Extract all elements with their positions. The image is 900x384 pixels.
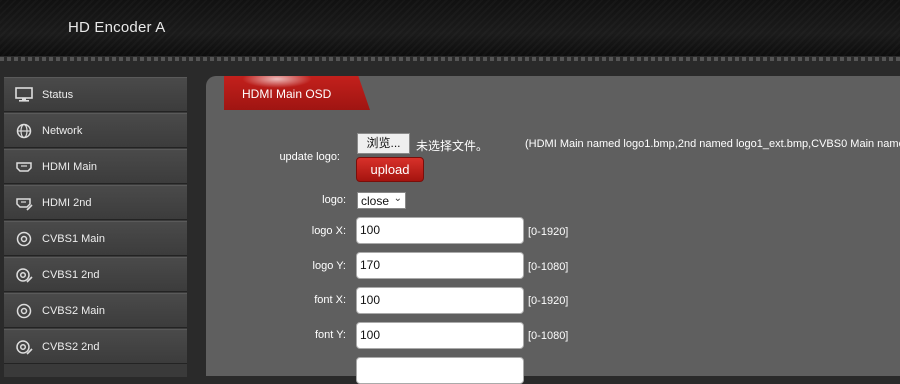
font-y-label: font Y: <box>315 329 346 341</box>
file-status-text: 未选择文件。 <box>416 139 489 153</box>
hdmi-port-edit-icon <box>16 198 33 211</box>
sidebar-item-hdmi-2nd[interactable]: HDMI 2nd <box>4 185 187 220</box>
tab-label: HDMI Main OSD <box>242 87 332 101</box>
header-bar: HD Encoder A <box>0 0 900 56</box>
logo-x-input[interactable]: 100 <box>356 217 524 244</box>
app-title: HD Encoder A <box>68 19 166 36</box>
sidebar-item-label: CVBS2 2nd <box>42 341 100 353</box>
sidebar-item-label: CVBS1 2nd <box>42 269 100 281</box>
sidebar-item-label: CVBS2 Main <box>42 305 105 317</box>
target-edit-icon <box>16 340 33 355</box>
sidebar-item-status[interactable]: Status <box>4 77 187 112</box>
font-y-input[interactable]: 100 <box>356 322 524 349</box>
font-x-label: font X: <box>314 294 346 306</box>
header-divider <box>0 57 900 61</box>
next-field-input[interactable] <box>356 357 524 384</box>
logo-naming-hint: (HDMI Main named logo1.bmp,2nd named log… <box>525 138 900 150</box>
logo-select[interactable]: close ⌄ <box>357 192 406 209</box>
sidebar-item-hdmi-main[interactable]: HDMI Main <box>4 149 187 184</box>
sidebar-item-cvbs1-main[interactable]: CVBS1 Main <box>4 221 187 256</box>
chevron-down-icon: ⌄ <box>393 193 402 204</box>
logo-x-label: logo X: <box>311 225 346 237</box>
sidebar-item-label: CVBS1 Main <box>42 233 105 245</box>
logo-x-range: [0-1920] <box>528 226 569 238</box>
sidebar: Status Network HDMI Main HDMI 2nd CVBS1 … <box>4 77 187 377</box>
upload-button[interactable]: upload <box>356 157 424 182</box>
target-icon <box>16 231 32 247</box>
sidebar-item-label: HDMI 2nd <box>42 197 92 209</box>
sidebar-item-label: HDMI Main <box>42 161 98 173</box>
sidebar-item-cvbs2-2nd[interactable]: CVBS2 2nd <box>4 329 187 364</box>
font-y-range: [0-1080] <box>528 330 569 342</box>
font-x-input[interactable]: 100 <box>356 287 524 314</box>
sidebar-item-label: Status <box>42 89 74 101</box>
browse-file-button[interactable]: 浏览... <box>357 133 410 154</box>
target-icon <box>16 303 32 319</box>
sidebar-item-network[interactable]: Network <box>4 113 187 148</box>
globe-icon <box>16 123 32 139</box>
logo-y-label: logo Y: <box>312 260 346 272</box>
update-logo-label: update logo: <box>279 151 340 163</box>
hdmi-port-icon <box>16 162 32 172</box>
sidebar-item-cvbs1-2nd[interactable]: CVBS1 2nd <box>4 257 187 292</box>
target-edit-icon <box>16 268 33 283</box>
logo-y-range: [0-1080] <box>528 261 569 273</box>
tab-hdmi-main-osd[interactable]: HDMI Main OSD <box>224 76 370 110</box>
font-x-range: [0-1920] <box>528 295 569 307</box>
monitor-icon <box>15 87 33 102</box>
logo-label: logo: <box>322 194 346 206</box>
sidebar-item-cvbs2-main[interactable]: CVBS2 Main <box>4 293 187 328</box>
sidebar-item-label: Network <box>42 125 83 137</box>
logo-select-value: close <box>361 194 390 208</box>
logo-y-input[interactable]: 170 <box>356 252 524 279</box>
tab-glow <box>242 76 312 88</box>
